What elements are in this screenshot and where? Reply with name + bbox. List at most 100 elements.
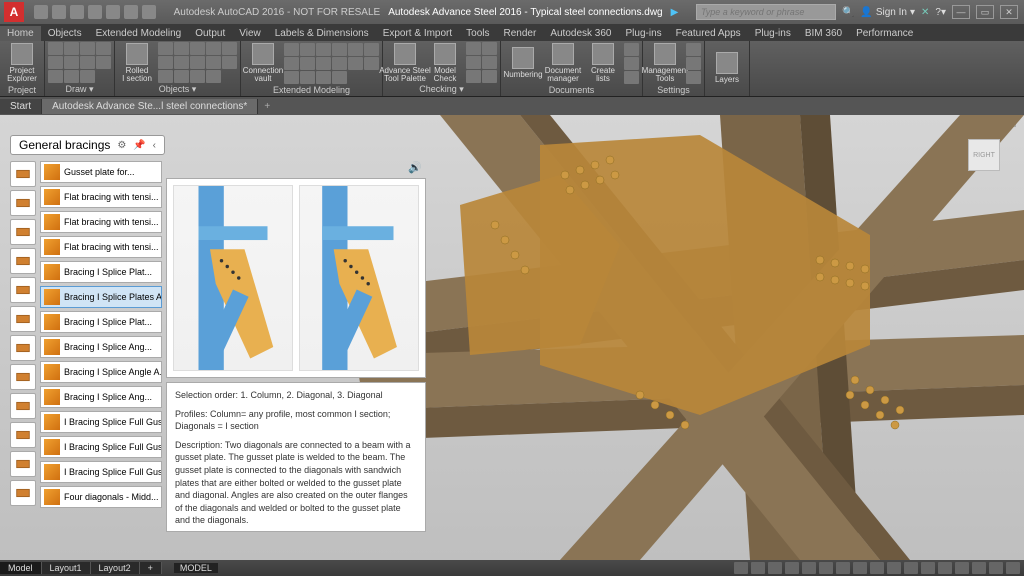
ribbon-small-button[interactable] bbox=[158, 42, 173, 55]
ribbon-small-button[interactable] bbox=[64, 56, 79, 69]
vault-item[interactable]: I Bracing Splice Full Guss... bbox=[40, 411, 162, 433]
units-icon[interactable] bbox=[938, 562, 952, 574]
minimize-icon[interactable]: — bbox=[952, 5, 970, 19]
ribbon-small-button[interactable] bbox=[284, 43, 299, 56]
layout-tab[interactable]: Layout2 bbox=[91, 562, 140, 574]
ribbon-tab-bim-360[interactable]: BIM 360 bbox=[798, 26, 849, 41]
ribbon-small-button[interactable] bbox=[158, 70, 173, 83]
vault-item[interactable]: Bracing I Splice Ang... bbox=[40, 386, 162, 408]
qat-new-icon[interactable] bbox=[34, 5, 48, 19]
ribbon-small-button[interactable] bbox=[624, 57, 639, 70]
ribbon-small-button[interactable] bbox=[300, 43, 315, 56]
ribbon-button[interactable]: Management Tools bbox=[646, 43, 684, 83]
vault-category-plate-icon[interactable] bbox=[10, 335, 36, 361]
ribbon-small-button[interactable] bbox=[48, 70, 63, 83]
ribbon-tab-home[interactable]: Home bbox=[0, 26, 41, 41]
maximize-icon[interactable]: ▭ bbox=[976, 5, 994, 19]
ribbon-tab-featured-apps[interactable]: Featured Apps bbox=[669, 26, 748, 41]
ribbon-small-button[interactable] bbox=[482, 70, 497, 83]
transparency-icon[interactable] bbox=[870, 562, 884, 574]
customize-icon[interactable] bbox=[1006, 562, 1020, 574]
ribbon-small-button[interactable] bbox=[284, 57, 299, 70]
vault-category-beam-icon[interactable] bbox=[10, 248, 36, 274]
ribbon-small-button[interactable] bbox=[64, 42, 79, 55]
add-layout-btn[interactable]: + bbox=[140, 562, 162, 574]
ribbon-small-button[interactable] bbox=[624, 43, 639, 56]
ribbon-tab-view[interactable]: View bbox=[232, 26, 268, 41]
workspace-icon[interactable] bbox=[904, 562, 918, 574]
ribbon-small-button[interactable] bbox=[466, 70, 481, 83]
vault-item[interactable]: Flat bracing with tensi... bbox=[40, 236, 162, 258]
ribbon-small-button[interactable] bbox=[222, 42, 237, 55]
file-tab-add[interactable]: + bbox=[258, 101, 276, 112]
qat-undo-icon[interactable] bbox=[124, 5, 138, 19]
osnap-toggle-icon[interactable] bbox=[802, 562, 816, 574]
ribbon-small-button[interactable] bbox=[332, 71, 347, 84]
ribbon-tab-extended-modeling[interactable]: Extended Modeling bbox=[89, 26, 189, 41]
viewport[interactable]: — ▭ ✕ bbox=[0, 115, 1024, 560]
ribbon-small-button[interactable] bbox=[80, 42, 95, 55]
ribbon-tab-export-import[interactable]: Export & Import bbox=[376, 26, 459, 41]
ribbon-button[interactable]: Connection vault bbox=[244, 43, 282, 83]
ribbon-button[interactable]: Rolled I section bbox=[118, 43, 156, 83]
ribbon-small-button[interactable] bbox=[190, 42, 205, 55]
ribbon-small-button[interactable] bbox=[316, 57, 331, 70]
snap-toggle-icon[interactable] bbox=[751, 562, 765, 574]
vault-item[interactable]: Bracing I Splice Angle A... bbox=[40, 361, 162, 383]
ribbon-small-button[interactable] bbox=[206, 70, 221, 83]
ribbon-small-button[interactable] bbox=[686, 57, 701, 70]
file-tab[interactable]: Start bbox=[0, 99, 42, 114]
cleanscreen-icon[interactable] bbox=[989, 562, 1003, 574]
ribbon-small-button[interactable] bbox=[482, 56, 497, 69]
ribbon-tab-objects[interactable]: Objects bbox=[41, 26, 89, 41]
vault-item[interactable]: Gusset plate for... bbox=[40, 161, 162, 183]
vault-category-brace-icon[interactable] bbox=[10, 451, 36, 477]
isolate-icon[interactable] bbox=[972, 562, 986, 574]
ribbon-tab-output[interactable]: Output bbox=[188, 26, 232, 41]
gear-icon[interactable]: ⚙ bbox=[117, 140, 126, 151]
vault-category-pipe-icon[interactable] bbox=[10, 393, 36, 419]
ribbon-small-button[interactable] bbox=[158, 56, 173, 69]
vault-category-beam-icon[interactable] bbox=[10, 190, 36, 216]
exchange-icon[interactable]: ✕ bbox=[921, 7, 929, 18]
viewcube-face[interactable]: RIGHT bbox=[968, 139, 1000, 171]
close-icon[interactable]: ✕ bbox=[1000, 5, 1018, 19]
annotation-icon[interactable] bbox=[921, 562, 935, 574]
pin-icon[interactable]: 📌 bbox=[133, 140, 145, 151]
ribbon-tab-autodesk-360[interactable]: Autodesk 360 bbox=[543, 26, 618, 41]
ribbon-small-button[interactable] bbox=[300, 71, 315, 84]
ribbon-button[interactable]: Model Check bbox=[426, 43, 464, 83]
ribbon-small-button[interactable] bbox=[174, 42, 189, 55]
ribbon-small-button[interactable] bbox=[80, 70, 95, 83]
ribbon-small-button[interactable] bbox=[174, 56, 189, 69]
ribbon-small-button[interactable] bbox=[190, 70, 205, 83]
ribbon-button[interactable]: Project Explorer bbox=[3, 43, 41, 83]
ribbon-small-button[interactable] bbox=[364, 43, 379, 56]
help-search-input[interactable] bbox=[696, 4, 836, 20]
otrack-toggle-icon[interactable] bbox=[836, 562, 850, 574]
vault-category-beam-icon[interactable] bbox=[10, 277, 36, 303]
qat-open-icon[interactable] bbox=[52, 5, 66, 19]
ribbon-button[interactable]: Document manager bbox=[544, 43, 582, 83]
ribbon-tab-performance[interactable]: Performance bbox=[849, 26, 920, 41]
ribbon-small-button[interactable] bbox=[466, 42, 481, 55]
chevron-down-icon[interactable]: ‹ bbox=[153, 140, 156, 151]
ribbon-small-button[interactable] bbox=[316, 71, 331, 84]
vault-item[interactable]: Flat bracing with tensi... bbox=[40, 186, 162, 208]
ribbon-tab-plug-ins[interactable]: Plug-ins bbox=[748, 26, 798, 41]
vault-category-brace-icon[interactable] bbox=[10, 480, 36, 506]
ribbon-tab-plug-ins[interactable]: Plug-ins bbox=[619, 26, 669, 41]
ribbon-button[interactable]: Advance Steel Tool Palette bbox=[386, 43, 424, 83]
ribbon-small-button[interactable] bbox=[206, 56, 221, 69]
qat-print-icon[interactable] bbox=[106, 5, 120, 19]
ribbon-small-button[interactable] bbox=[300, 57, 315, 70]
ribbon-small-button[interactable] bbox=[48, 56, 63, 69]
qat-saveas-icon[interactable] bbox=[88, 5, 102, 19]
ribbon-small-button[interactable] bbox=[624, 71, 639, 84]
ribbon-small-button[interactable] bbox=[686, 71, 701, 84]
ribbon-small-button[interactable] bbox=[96, 56, 111, 69]
vault-item[interactable]: Four diagonals - Midd... bbox=[40, 486, 162, 508]
ribbon-small-button[interactable] bbox=[206, 42, 221, 55]
vault-item[interactable]: I Bracing Splice Full Guss... bbox=[40, 436, 162, 458]
grid-toggle-icon[interactable] bbox=[734, 562, 748, 574]
